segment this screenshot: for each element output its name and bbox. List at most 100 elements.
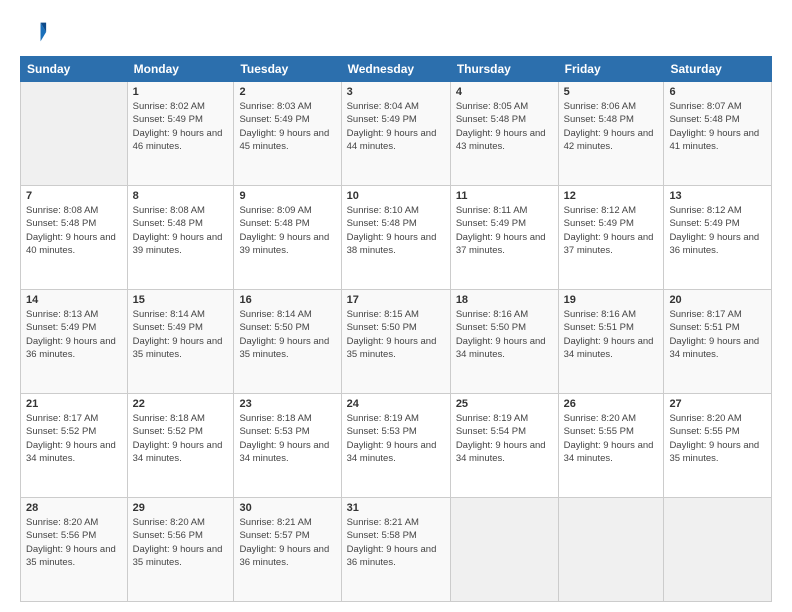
day-info: Sunrise: 8:15 AMSunset: 5:50 PMDaylight:… bbox=[347, 309, 437, 360]
day-info: Sunrise: 8:08 AMSunset: 5:48 PMDaylight:… bbox=[26, 205, 116, 256]
day-number: 28 bbox=[26, 502, 122, 514]
day-info: Sunrise: 8:16 AMSunset: 5:51 PMDaylight:… bbox=[564, 309, 654, 360]
day-number: 11 bbox=[456, 190, 553, 202]
calendar-cell: 16 Sunrise: 8:14 AMSunset: 5:50 PMDaylig… bbox=[234, 290, 341, 394]
day-info: Sunrise: 8:02 AMSunset: 5:49 PMDaylight:… bbox=[133, 101, 223, 152]
day-number: 4 bbox=[456, 86, 553, 98]
day-info: Sunrise: 8:13 AMSunset: 5:49 PMDaylight:… bbox=[26, 309, 116, 360]
calendar-cell: 9 Sunrise: 8:09 AMSunset: 5:48 PMDayligh… bbox=[234, 186, 341, 290]
day-info: Sunrise: 8:06 AMSunset: 5:48 PMDaylight:… bbox=[564, 101, 654, 152]
calendar-cell: 10 Sunrise: 8:10 AMSunset: 5:48 PMDaylig… bbox=[341, 186, 450, 290]
calendar-cell: 25 Sunrise: 8:19 AMSunset: 5:54 PMDaylig… bbox=[450, 394, 558, 498]
day-info: Sunrise: 8:05 AMSunset: 5:48 PMDaylight:… bbox=[456, 101, 546, 152]
calendar-cell: 18 Sunrise: 8:16 AMSunset: 5:50 PMDaylig… bbox=[450, 290, 558, 394]
day-number: 1 bbox=[133, 86, 229, 98]
day-of-week-header: Sunday bbox=[21, 57, 128, 82]
day-of-week-header: Wednesday bbox=[341, 57, 450, 82]
calendar-cell: 31 Sunrise: 8:21 AMSunset: 5:58 PMDaylig… bbox=[341, 498, 450, 602]
day-info: Sunrise: 8:20 AMSunset: 5:56 PMDaylight:… bbox=[133, 517, 223, 568]
day-of-week-header: Monday bbox=[127, 57, 234, 82]
day-info: Sunrise: 8:07 AMSunset: 5:48 PMDaylight:… bbox=[669, 101, 759, 152]
day-number: 20 bbox=[669, 294, 766, 306]
calendar-cell: 4 Sunrise: 8:05 AMSunset: 5:48 PMDayligh… bbox=[450, 82, 558, 186]
header bbox=[20, 18, 772, 46]
calendar-cell: 1 Sunrise: 8:02 AMSunset: 5:49 PMDayligh… bbox=[127, 82, 234, 186]
calendar-cell: 30 Sunrise: 8:21 AMSunset: 5:57 PMDaylig… bbox=[234, 498, 341, 602]
calendar-cell: 27 Sunrise: 8:20 AMSunset: 5:55 PMDaylig… bbox=[664, 394, 772, 498]
day-number: 12 bbox=[564, 190, 659, 202]
day-info: Sunrise: 8:10 AMSunset: 5:48 PMDaylight:… bbox=[347, 205, 437, 256]
day-info: Sunrise: 8:16 AMSunset: 5:50 PMDaylight:… bbox=[456, 309, 546, 360]
calendar-cell: 13 Sunrise: 8:12 AMSunset: 5:49 PMDaylig… bbox=[664, 186, 772, 290]
calendar-cell: 11 Sunrise: 8:11 AMSunset: 5:49 PMDaylig… bbox=[450, 186, 558, 290]
calendar-cell bbox=[664, 498, 772, 602]
logo-icon bbox=[20, 18, 48, 46]
calendar-cell: 5 Sunrise: 8:06 AMSunset: 5:48 PMDayligh… bbox=[558, 82, 664, 186]
day-of-week-header: Friday bbox=[558, 57, 664, 82]
calendar-cell: 6 Sunrise: 8:07 AMSunset: 5:48 PMDayligh… bbox=[664, 82, 772, 186]
day-number: 5 bbox=[564, 86, 659, 98]
day-info: Sunrise: 8:17 AMSunset: 5:51 PMDaylight:… bbox=[669, 309, 759, 360]
day-info: Sunrise: 8:18 AMSunset: 5:52 PMDaylight:… bbox=[133, 413, 223, 464]
day-info: Sunrise: 8:14 AMSunset: 5:50 PMDaylight:… bbox=[239, 309, 329, 360]
day-number: 19 bbox=[564, 294, 659, 306]
calendar-cell bbox=[21, 82, 128, 186]
day-info: Sunrise: 8:03 AMSunset: 5:49 PMDaylight:… bbox=[239, 101, 329, 152]
day-number: 29 bbox=[133, 502, 229, 514]
day-info: Sunrise: 8:19 AMSunset: 5:54 PMDaylight:… bbox=[456, 413, 546, 464]
day-of-week-header: Tuesday bbox=[234, 57, 341, 82]
calendar-cell: 24 Sunrise: 8:19 AMSunset: 5:53 PMDaylig… bbox=[341, 394, 450, 498]
calendar-cell: 28 Sunrise: 8:20 AMSunset: 5:56 PMDaylig… bbox=[21, 498, 128, 602]
calendar-cell: 23 Sunrise: 8:18 AMSunset: 5:53 PMDaylig… bbox=[234, 394, 341, 498]
calendar-table: SundayMondayTuesdayWednesdayThursdayFrid… bbox=[20, 56, 772, 602]
day-info: Sunrise: 8:09 AMSunset: 5:48 PMDaylight:… bbox=[239, 205, 329, 256]
calendar-cell: 26 Sunrise: 8:20 AMSunset: 5:55 PMDaylig… bbox=[558, 394, 664, 498]
day-number: 18 bbox=[456, 294, 553, 306]
calendar-cell: 7 Sunrise: 8:08 AMSunset: 5:48 PMDayligh… bbox=[21, 186, 128, 290]
day-info: Sunrise: 8:19 AMSunset: 5:53 PMDaylight:… bbox=[347, 413, 437, 464]
day-number: 25 bbox=[456, 398, 553, 410]
day-of-week-header: Thursday bbox=[450, 57, 558, 82]
day-number: 31 bbox=[347, 502, 445, 514]
day-info: Sunrise: 8:20 AMSunset: 5:56 PMDaylight:… bbox=[26, 517, 116, 568]
day-info: Sunrise: 8:08 AMSunset: 5:48 PMDaylight:… bbox=[133, 205, 223, 256]
calendar-cell bbox=[450, 498, 558, 602]
calendar-cell: 12 Sunrise: 8:12 AMSunset: 5:49 PMDaylig… bbox=[558, 186, 664, 290]
logo bbox=[20, 18, 52, 46]
day-info: Sunrise: 8:21 AMSunset: 5:58 PMDaylight:… bbox=[347, 517, 437, 568]
day-number: 15 bbox=[133, 294, 229, 306]
page: SundayMondayTuesdayWednesdayThursdayFrid… bbox=[0, 0, 792, 612]
calendar-cell: 29 Sunrise: 8:20 AMSunset: 5:56 PMDaylig… bbox=[127, 498, 234, 602]
day-number: 9 bbox=[239, 190, 335, 202]
calendar-cell: 22 Sunrise: 8:18 AMSunset: 5:52 PMDaylig… bbox=[127, 394, 234, 498]
calendar-cell: 21 Sunrise: 8:17 AMSunset: 5:52 PMDaylig… bbox=[21, 394, 128, 498]
day-number: 26 bbox=[564, 398, 659, 410]
day-number: 3 bbox=[347, 86, 445, 98]
calendar-cell bbox=[558, 498, 664, 602]
day-info: Sunrise: 8:04 AMSunset: 5:49 PMDaylight:… bbox=[347, 101, 437, 152]
day-info: Sunrise: 8:18 AMSunset: 5:53 PMDaylight:… bbox=[239, 413, 329, 464]
day-number: 21 bbox=[26, 398, 122, 410]
day-info: Sunrise: 8:14 AMSunset: 5:49 PMDaylight:… bbox=[133, 309, 223, 360]
day-number: 2 bbox=[239, 86, 335, 98]
day-number: 17 bbox=[347, 294, 445, 306]
day-number: 16 bbox=[239, 294, 335, 306]
calendar-cell: 19 Sunrise: 8:16 AMSunset: 5:51 PMDaylig… bbox=[558, 290, 664, 394]
day-number: 27 bbox=[669, 398, 766, 410]
calendar-cell: 8 Sunrise: 8:08 AMSunset: 5:48 PMDayligh… bbox=[127, 186, 234, 290]
day-number: 13 bbox=[669, 190, 766, 202]
day-info: Sunrise: 8:17 AMSunset: 5:52 PMDaylight:… bbox=[26, 413, 116, 464]
day-info: Sunrise: 8:20 AMSunset: 5:55 PMDaylight:… bbox=[564, 413, 654, 464]
day-number: 6 bbox=[669, 86, 766, 98]
day-number: 23 bbox=[239, 398, 335, 410]
day-number: 22 bbox=[133, 398, 229, 410]
day-number: 14 bbox=[26, 294, 122, 306]
day-info: Sunrise: 8:20 AMSunset: 5:55 PMDaylight:… bbox=[669, 413, 759, 464]
day-number: 7 bbox=[26, 190, 122, 202]
calendar-cell: 15 Sunrise: 8:14 AMSunset: 5:49 PMDaylig… bbox=[127, 290, 234, 394]
day-of-week-header: Saturday bbox=[664, 57, 772, 82]
calendar-cell: 17 Sunrise: 8:15 AMSunset: 5:50 PMDaylig… bbox=[341, 290, 450, 394]
calendar-cell: 14 Sunrise: 8:13 AMSunset: 5:49 PMDaylig… bbox=[21, 290, 128, 394]
day-info: Sunrise: 8:11 AMSunset: 5:49 PMDaylight:… bbox=[456, 205, 546, 256]
calendar-cell: 20 Sunrise: 8:17 AMSunset: 5:51 PMDaylig… bbox=[664, 290, 772, 394]
